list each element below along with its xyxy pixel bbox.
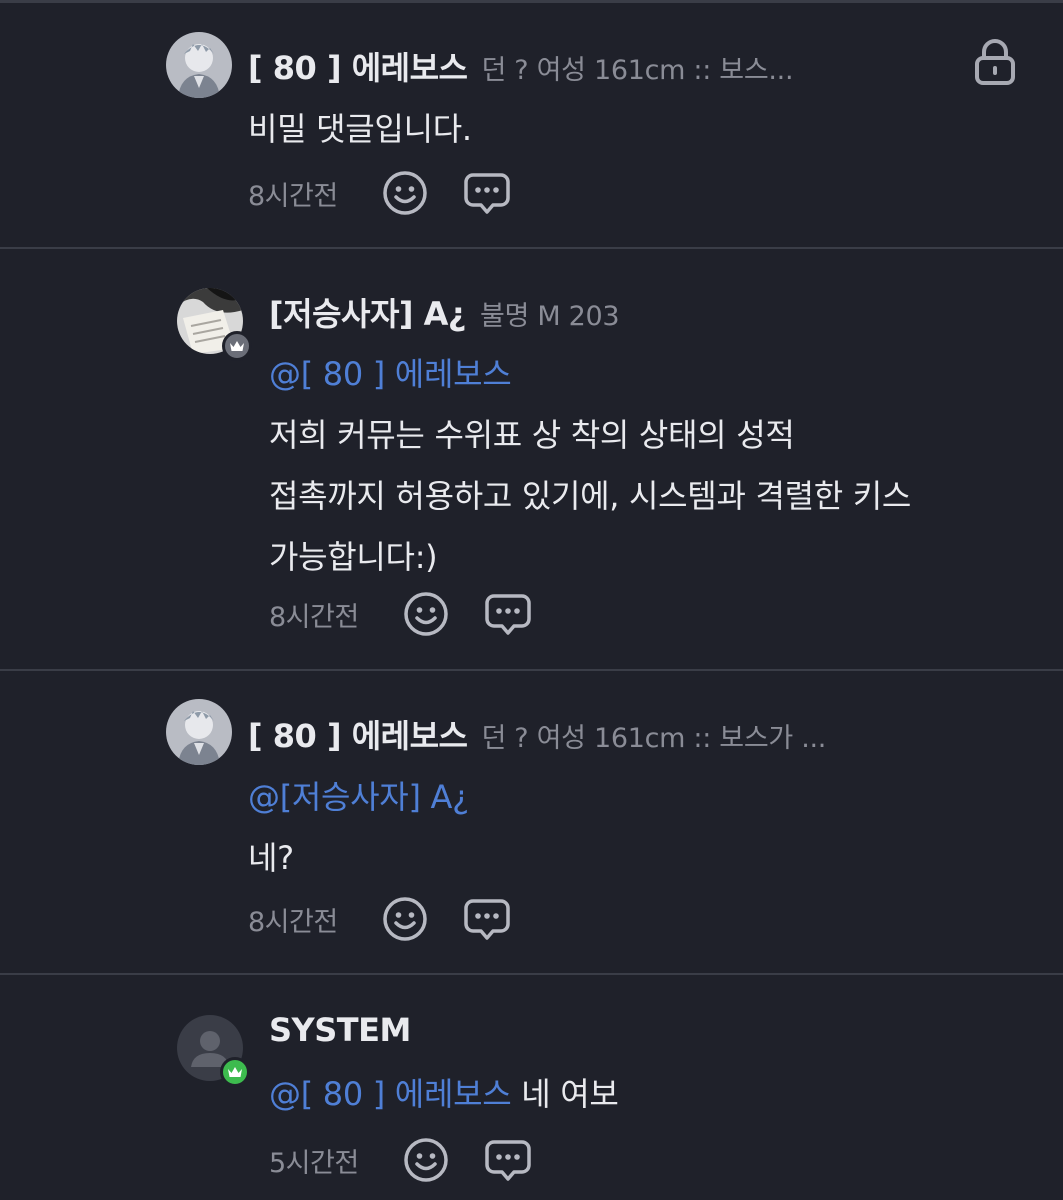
speech-bubble-icon[interactable] — [463, 169, 511, 217]
smiley-icon[interactable] — [381, 895, 429, 943]
author-profile-info: 던 ? 여성 161cm :: 보스가 ... — [481, 723, 827, 754]
admin-badge — [222, 331, 252, 361]
author-name[interactable]: [ 80 ] 에레보스 — [248, 43, 468, 89]
comment-text-line: 가능합니다:) — [269, 538, 438, 576]
timestamp: 8시간전 — [248, 906, 338, 938]
smiley-icon[interactable] — [381, 169, 429, 217]
mention-link[interactable]: @[저승사자] A¿ — [248, 767, 469, 828]
comment-text: 네? — [248, 839, 294, 877]
author-name[interactable]: [ 80 ] 에레보스 — [248, 711, 468, 757]
speech-bubble-icon[interactable] — [463, 895, 511, 943]
comment-footer: 8시간전 — [269, 590, 566, 638]
comment-body: 비밀 댓글입니다. — [248, 99, 472, 160]
mention-link[interactable]: @[ 80 ] 에레보스 — [269, 344, 911, 405]
comment-text: 비밀 댓글입니다. — [248, 110, 472, 148]
avatar[interactable] — [166, 32, 232, 98]
comment-header: SYSTEM — [269, 1011, 411, 1049]
system-badge — [220, 1057, 250, 1087]
comment-header: [ 80 ] 에레보스 던 ? 여성 161cm :: 보스가 ... — [248, 711, 826, 757]
comment-4: SYSTEM @[ 80 ] 에레보스 네 여보 5시간전 — [0, 975, 1063, 1200]
crown-icon — [230, 341, 244, 351]
comment-2: [저승사자] A¿ 불명 M 203 @[ 80 ] 에레보스 저희 커뮤는 수… — [0, 249, 1063, 669]
comment-text: 네 여보 — [521, 1075, 619, 1113]
author-profile-info: 던 ? 여성 161cm :: 보스... — [481, 55, 794, 86]
comment-header: [저승사자] A¿ 불명 M 203 — [269, 289, 620, 335]
comment-1: [ 80 ] 에레보스 던 ? 여성 161cm :: 보스... 비밀 댓글입… — [0, 0, 1063, 248]
speech-bubble-icon[interactable] — [484, 590, 532, 638]
comment-header: [ 80 ] 에레보스 던 ? 여성 161cm :: 보스... — [248, 43, 794, 89]
comment-footer: 8시간전 — [248, 169, 545, 217]
comment-text-line: 접촉까지 허용하고 있기에, 시스템과 격렬한 키스 — [269, 477, 912, 515]
smiley-icon[interactable] — [402, 590, 450, 638]
crown-icon — [228, 1067, 242, 1077]
avatar[interactable] — [166, 699, 232, 765]
timestamp: 8시간전 — [269, 601, 359, 633]
author-name[interactable]: SYSTEM — [269, 1011, 411, 1049]
smiley-icon[interactable] — [402, 1136, 450, 1184]
comment-body: @[ 80 ] 에레보스 저희 커뮤는 수위표 상 착의 상태의 성적 접촉까지… — [269, 344, 911, 588]
author-name[interactable]: [저승사자] A¿ — [269, 289, 466, 335]
comment-text-line: 저희 커뮤는 수위표 상 착의 상태의 성적 — [269, 416, 795, 454]
comment-3: [ 80 ] 에레보스 던 ? 여성 161cm :: 보스가 ... @[저승… — [0, 671, 1063, 974]
comment-footer: 8시간전 — [248, 895, 545, 943]
timestamp: 5시간전 — [269, 1147, 359, 1179]
comment-body: @[저승사자] A¿ 네? — [248, 767, 469, 889]
speech-bubble-icon[interactable] — [484, 1136, 532, 1184]
author-profile-info: 불명 M 203 — [479, 301, 620, 332]
mention-link[interactable]: @[ 80 ] 에레보스 — [269, 1075, 512, 1113]
timestamp: 8시간전 — [248, 180, 338, 212]
comment-footer: 5시간전 — [269, 1136, 566, 1184]
comment-body: @[ 80 ] 에레보스 네 여보 — [269, 1064, 619, 1125]
lock-icon — [973, 38, 1017, 86]
